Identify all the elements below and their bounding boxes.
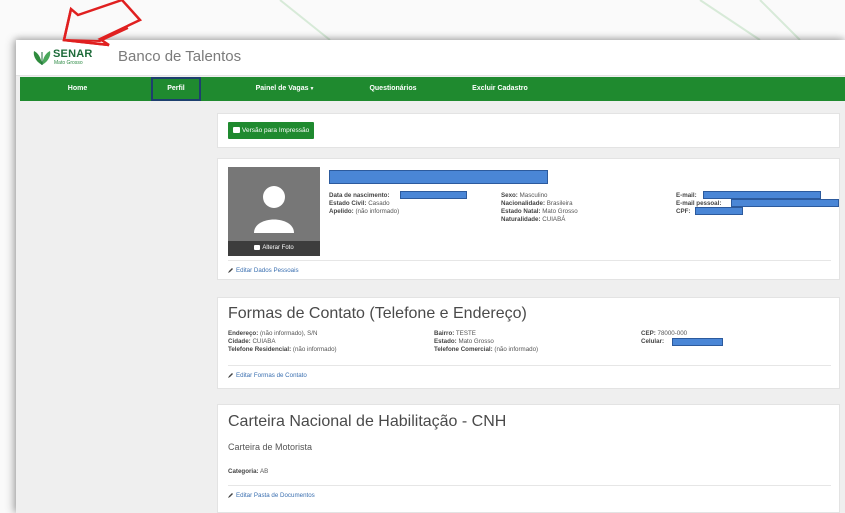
annotation-arrow-icon: [62, 0, 143, 47]
